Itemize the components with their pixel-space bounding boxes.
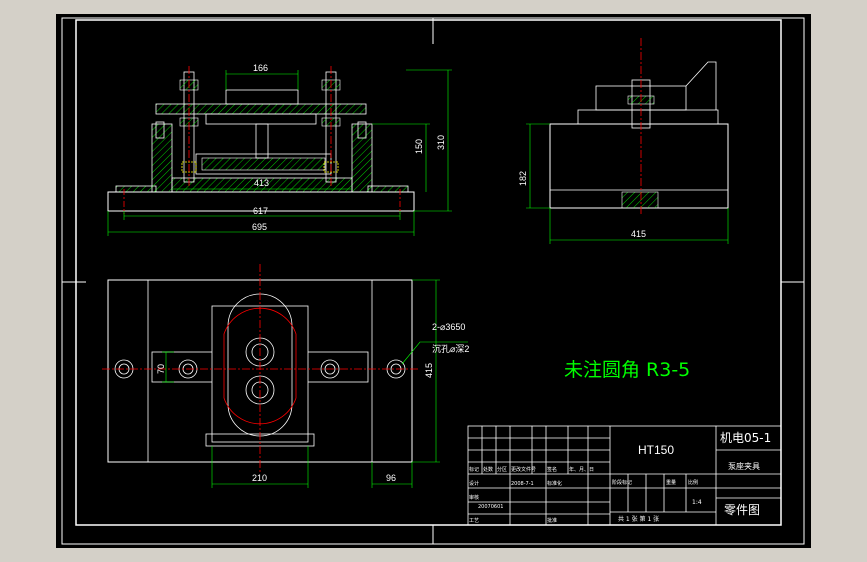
tb-cell-review: 审核	[469, 494, 479, 501]
tb-cell-standard: 标准化	[547, 480, 562, 487]
tb-sheet-info: 共 1 张 第 1 张	[618, 515, 659, 523]
tb-cell-craft: 工艺	[469, 518, 479, 524]
dim-inner-width: 413	[254, 178, 269, 188]
dim-hole-span: 617	[253, 206, 268, 216]
dim-inner-height: 150	[414, 139, 424, 154]
tb-cell-sign: 签名	[547, 466, 557, 473]
front-view: 166 413 617 695 150 310	[107, 63, 452, 236]
tb-drawing-type: 零件图	[724, 503, 760, 517]
sheet-inner-frame	[75, 19, 782, 526]
plan-dim-height: 415	[424, 363, 434, 378]
tb-part-name: 泵座夹具	[728, 461, 760, 471]
tb-cell-date: 年、月、日	[569, 466, 594, 473]
side-dim-height: 182	[518, 171, 528, 186]
base-foot-right	[367, 185, 409, 193]
tb-cell-approve: 批准	[547, 517, 557, 524]
side-bracket	[685, 61, 717, 110]
tb-cell-designer: 设计	[469, 480, 479, 487]
dim-overall-width: 695	[252, 222, 267, 232]
sheet-outer-frame	[61, 17, 805, 545]
plan-view: 70 415 210 96 2-⌀3650 沉孔⌀深2	[102, 264, 469, 488]
tb-drawing-code: 机电05-1	[720, 431, 771, 445]
plan-hole-callout-1: 2-⌀3650	[432, 322, 465, 332]
side-clamp	[577, 109, 719, 125]
tb-cell-weight: 重量	[666, 479, 676, 486]
center-screw	[255, 123, 269, 159]
tb-material: HT150	[638, 443, 674, 457]
cad-drawing: 166 413 617 695 150 310 182 415 70 415 2…	[61, 17, 805, 545]
drawing-canvas[interactable]: 166 413 617 695 150 310 182 415 70 415 2…	[56, 14, 811, 548]
tb-cell-mark: 标记	[469, 466, 479, 473]
tb-cell-change: 更改文件号	[511, 466, 536, 473]
plan-dim-edge-offset: 96	[386, 473, 396, 483]
plan-hole-callout-2: 沉孔⌀深2	[432, 344, 469, 354]
wall-right	[351, 123, 373, 193]
plan-dim-bore-span: 210	[252, 473, 267, 483]
tb-cell-zone: 分区	[497, 466, 507, 473]
side-view: 182 415	[518, 38, 729, 244]
clamp-plate	[155, 103, 367, 115]
tb-scale: 1:4	[692, 499, 702, 506]
cavity-insert	[201, 157, 326, 171]
tb-cell-count: 处数	[483, 466, 493, 473]
tb-cell-date-ref: 2008-7-1	[511, 481, 534, 487]
dim-total-height: 310	[436, 135, 446, 150]
dim-top-width: 166	[253, 63, 268, 73]
tb-student-id: 20070601	[478, 504, 503, 510]
side-foot-section	[621, 191, 659, 209]
plan-dim-slot: 70	[156, 364, 166, 374]
pressure-pad	[205, 113, 317, 125]
wall-left	[151, 123, 173, 193]
clamp-boss	[225, 89, 299, 105]
base-foot-left	[115, 185, 157, 193]
tb-cell-ratio: 比例	[688, 479, 698, 486]
fillet-note: 未注圆角 R3-5	[564, 359, 690, 381]
title-block-text: HT150 机电05-1 泵座夹具 零件图 1:4 共 1 张 第 1 张 20…	[469, 431, 771, 524]
tb-cell-stage: 阶段标记	[612, 479, 632, 486]
side-dim-width: 415	[631, 229, 646, 239]
